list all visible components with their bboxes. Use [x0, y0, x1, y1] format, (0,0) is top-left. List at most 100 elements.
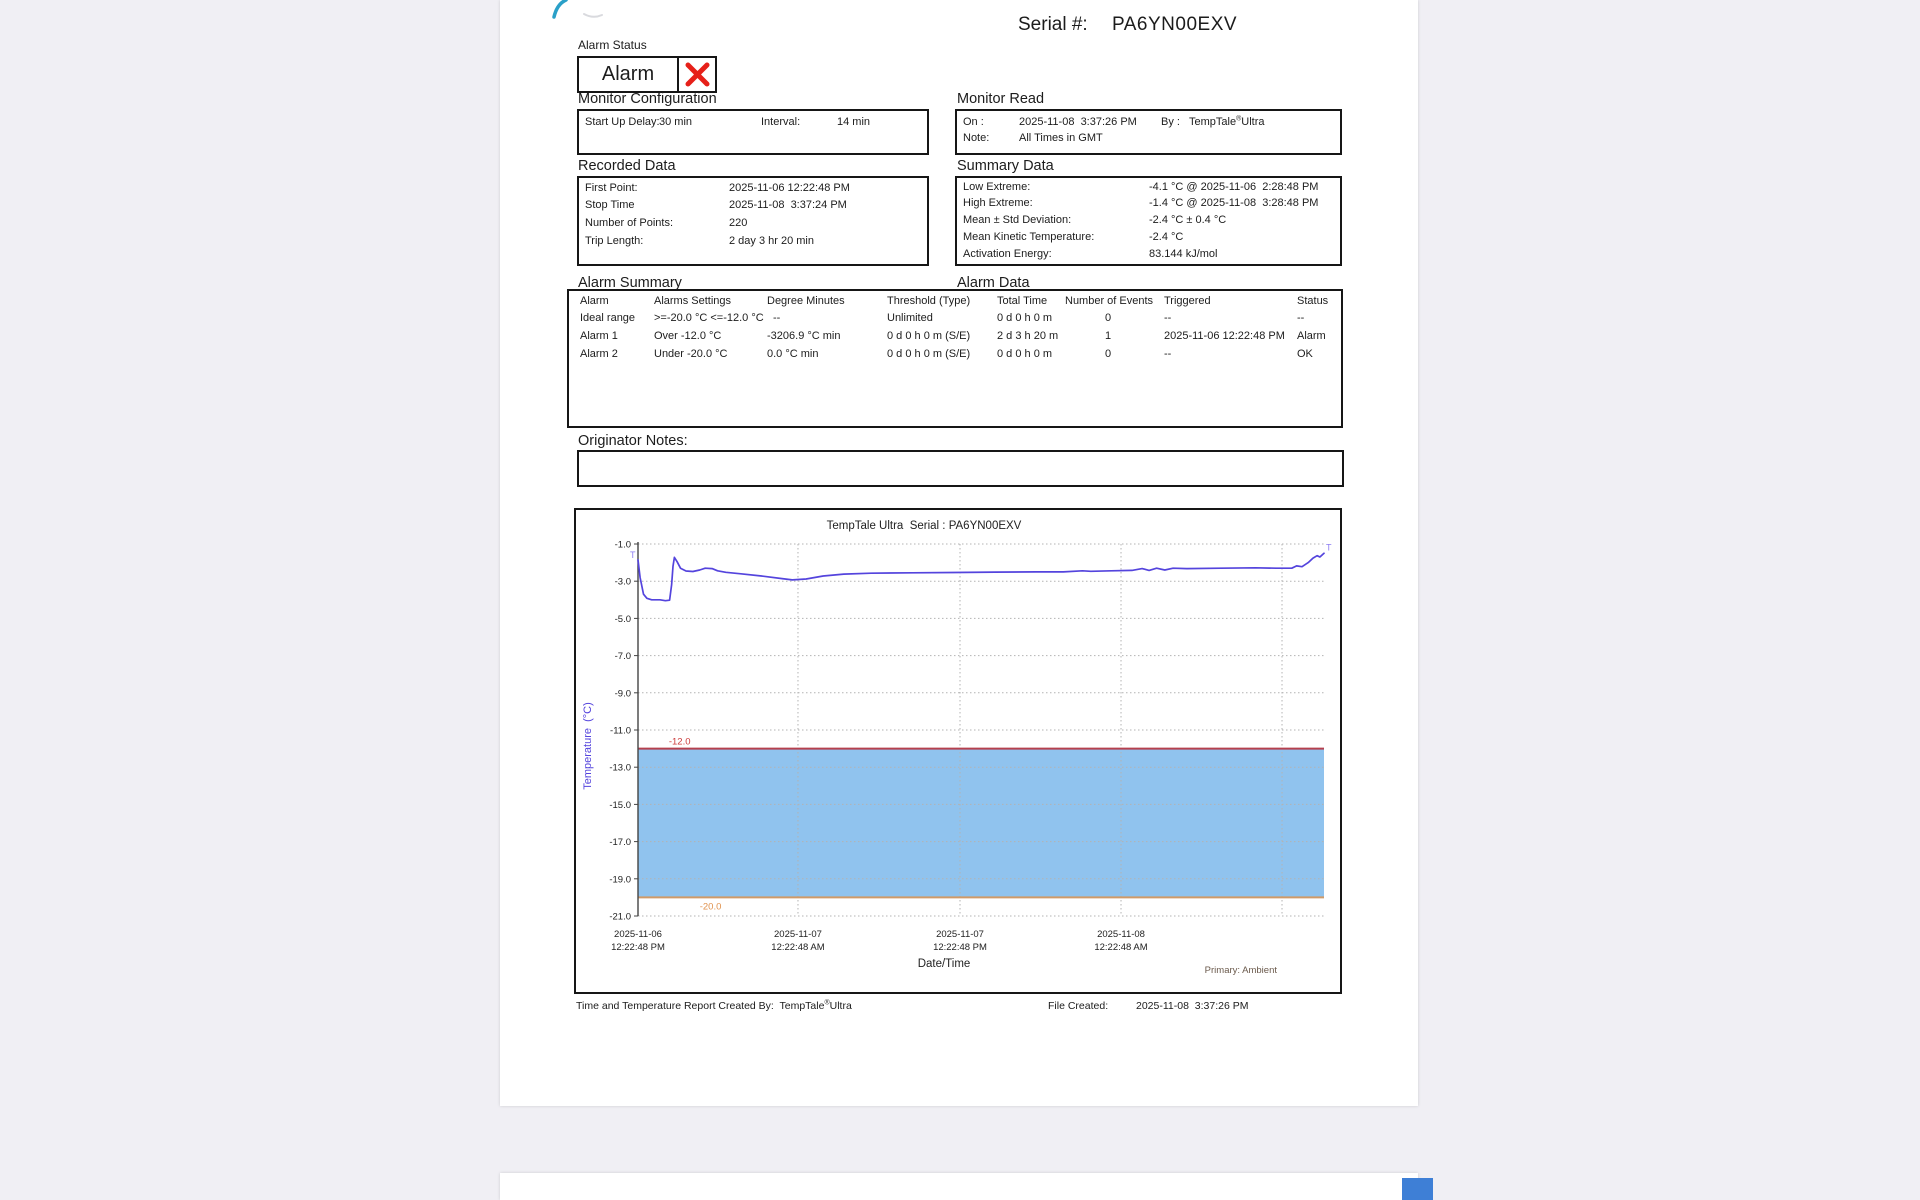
recorded-row-label: First Point:	[585, 182, 638, 194]
y-tick-label: -11.0	[610, 726, 631, 737]
chart-title: TempTale Ultra Serial : PA6YN00EXV	[827, 520, 1022, 532]
table-cell: 0.0 °C min	[767, 348, 819, 360]
alarm-x-cell	[677, 58, 715, 91]
table-cell: Alarm	[1297, 330, 1326, 342]
x-tick-date: 2025-11-08	[1097, 929, 1145, 940]
col-header-degree-minutes: Degree Minutes	[767, 295, 845, 307]
recorded-row-value: 2025-11-06 12:22:48 PM	[729, 182, 850, 194]
series-end-marker: T	[1326, 542, 1332, 552]
x-tick-time: 12:22:48 AM	[771, 942, 824, 953]
recorded-data-heading: Recorded Data	[578, 158, 676, 174]
x-tick-date: 2025-11-06	[614, 929, 662, 940]
lower-limit-label: -20.0	[700, 901, 722, 912]
monitor-configuration-box: Start Up Delay: 30 min Interval: 14 min	[577, 109, 929, 155]
summary-row-value: -2.4 °C	[1149, 231, 1184, 243]
y-tick-label: -15.0	[609, 800, 631, 811]
table-cell: 2025-11-06 12:22:48 PM	[1164, 330, 1285, 342]
report-page: Serial #: PA6YN00EXV Alarm Status Alarm …	[500, 0, 1418, 1106]
summary-row-label: Mean ± Std Deviation:	[963, 214, 1072, 226]
col-header-alarm: Alarm	[580, 295, 609, 307]
table-cell: 0 d 0 h 0 m	[997, 312, 1053, 324]
y-tick-label: -13.0	[609, 763, 631, 774]
col-header-total-time: Total Time	[997, 295, 1048, 307]
summary-row-value: -1.4 °C @ 2025-11-08 3:28:48 PM	[1149, 197, 1319, 209]
table-cell: 0 d 0 h 0 m (S/E)	[887, 348, 971, 360]
y-tick-label: -9.0	[615, 688, 631, 699]
table-cell: Over -12.0 °C	[654, 330, 722, 342]
recorded-row-value: 2025-11-08 3:37:24 PM	[729, 199, 847, 211]
startup-delay-label: Start Up Delay:	[585, 116, 660, 128]
recorded-row-label: Number of Points:	[585, 217, 674, 229]
sensitech-logo-swoosh-icon	[552, 0, 603, 19]
monitor-read-heading: Monitor Read	[957, 91, 1045, 107]
recorded-data-box: First Point: 2025-11-06 12:22:48 PM Stop…	[577, 176, 929, 266]
next-page-sliver	[500, 1173, 1418, 1200]
table-cell: Under -20.0 °C	[654, 348, 728, 360]
monitor-configuration-heading: Monitor Configuration	[578, 91, 717, 107]
table-cell: Ideal range	[580, 312, 636, 324]
read-by-value: TempTale®Ultra	[1189, 115, 1265, 128]
x-axis-title: Date/Time	[918, 958, 971, 970]
table-cell: --	[1164, 312, 1172, 324]
alarm-x-icon	[685, 62, 709, 87]
y-tick-label: -3.0	[615, 577, 631, 588]
x-tick-time: 12:22:48 PM	[611, 942, 665, 953]
summary-row-label: High Extreme:	[963, 197, 1033, 209]
col-header-status: Status	[1297, 295, 1329, 307]
alarm-status-heading: Alarm Status	[578, 38, 647, 52]
table-cell: >=-20.0 °C <=-12.0 °C	[654, 312, 764, 324]
summary-row-label: Mean Kinetic Temperature:	[963, 231, 1095, 243]
table-cell: -3206.9 °C min	[767, 330, 841, 342]
y-axis-title: Temperature (°C)	[582, 702, 594, 790]
table-cell: 0	[1104, 348, 1112, 360]
recorded-row-value: 220	[729, 217, 748, 229]
legend-primary-ambient: Primary: Ambient	[1205, 965, 1278, 976]
startup-delay-value: 30 min	[659, 116, 693, 128]
serial-label: Serial #:	[1018, 14, 1088, 35]
summary-row-label: Low Extreme:	[963, 181, 1031, 193]
table-cell: 0 d 0 h 0 m (S/E)	[887, 330, 971, 342]
col-header-alarms-settings: Alarms Settings	[654, 295, 732, 307]
alarm-table: Alarm Alarms Settings Degree Minutes Thr…	[567, 289, 1343, 428]
table-cell: --	[773, 312, 781, 324]
table-cell: --	[1297, 312, 1305, 324]
read-note-label: Note:	[963, 132, 990, 144]
pdf-viewer-background: Serial #: PA6YN00EXV Alarm Status Alarm …	[0, 0, 1920, 1200]
y-tick-label: -7.0	[615, 651, 631, 662]
temperature-chart-frame: -12.0 -20.0 -1.0 -3.0 -5.0 -7.0 -9.0 -11.0 -13.0…	[574, 508, 1342, 994]
temperature-series-line	[637, 552, 1325, 602]
y-tick-label: -5.0	[615, 614, 631, 625]
y-tick-label: -17.0	[609, 837, 631, 848]
read-by-label: By :	[1161, 116, 1180, 128]
read-on-value: 2025-11-08 3:37:26 PM	[1019, 116, 1137, 128]
table-cell: Alarm 2	[580, 348, 618, 360]
read-note-value: All Times in GMT	[1019, 132, 1103, 144]
summary-row-value: -2.4 °C ± 0.4 °C	[1149, 214, 1227, 226]
table-cell: OK	[1297, 348, 1313, 360]
originator-notes-heading: Originator Notes:	[578, 433, 688, 449]
table-cell: --	[1164, 348, 1172, 360]
footer-file-created-value: 2025-11-08 3:37:26 PM	[1136, 1000, 1249, 1012]
col-header-number-of-events: Number of Events	[1065, 295, 1154, 307]
originator-notes-box	[577, 450, 1344, 487]
table-cell: Alarm 1	[580, 330, 618, 342]
ideal-range-band	[638, 748, 1324, 898]
y-tick-label: -21.0	[609, 912, 631, 923]
table-cell: 0 d 0 h 0 m	[997, 348, 1053, 360]
table-cell: 0	[1104, 312, 1112, 324]
recorded-row-label: Stop Time	[585, 199, 635, 211]
temperature-chart: -12.0 -20.0 -1.0 -3.0 -5.0 -7.0 -9.0 -11.0 -13.0…	[582, 520, 1332, 976]
x-tick-time: 12:22:48 PM	[933, 942, 987, 953]
x-tick-date: 2025-11-07	[936, 929, 984, 940]
table-cell: 1	[1104, 330, 1112, 342]
monitor-read-box: On : 2025-11-08 3:37:26 PM By : TempTale…	[955, 109, 1342, 155]
series-start-marker: T	[630, 550, 636, 560]
y-tick-label: -1.0	[615, 540, 631, 551]
summary-row-value: -4.1 °C @ 2025-11-06 2:28:48 PM	[1149, 181, 1319, 193]
read-on-label: On :	[963, 116, 984, 128]
footer-file-created-label: File Created:	[1048, 1000, 1109, 1012]
footer-created-by: Time and Temperature Report Created By: …	[576, 999, 852, 1013]
alarm-status-box: Alarm	[577, 56, 717, 93]
alarm-status-text: Alarm	[601, 63, 655, 85]
serial-value: PA6YN00EXV	[1112, 14, 1238, 35]
